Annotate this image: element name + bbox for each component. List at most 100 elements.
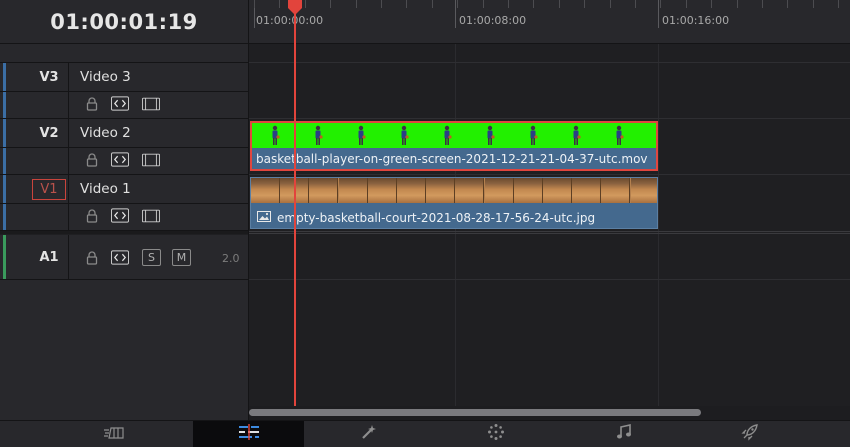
mute-button[interactable]: M xyxy=(172,249,191,266)
track-separator xyxy=(249,279,850,280)
track-name[interactable]: Video 3 xyxy=(80,63,131,91)
track-destination-v1[interactable]: V1 xyxy=(32,179,66,200)
fairlight-page-icon xyxy=(616,424,632,444)
player-figure xyxy=(356,125,366,146)
ruler-minor-tick xyxy=(355,0,357,8)
clip-thumbnails xyxy=(252,123,656,148)
ruler-minor-tick xyxy=(406,0,408,8)
page-tab-edit[interactable] xyxy=(193,421,304,447)
track-name[interactable]: Video 2 xyxy=(80,119,131,147)
ruler-minor-tick xyxy=(685,0,687,8)
auto-select-icon[interactable] xyxy=(111,95,129,111)
player-figure xyxy=(485,125,495,146)
lock-icon[interactable] xyxy=(83,251,101,265)
track-header-a1[interactable]: A1 S M 2.0 xyxy=(0,235,248,280)
track-header-v3[interactable]: V3 Video 3 xyxy=(0,63,248,119)
ruler-minor-tick xyxy=(254,0,255,8)
ruler-minor-tick xyxy=(431,0,433,8)
film-strip-icon[interactable] xyxy=(142,209,160,223)
player-figure xyxy=(657,125,658,146)
player-figure xyxy=(442,125,452,146)
ruler-minor-tick xyxy=(838,0,840,8)
ruler-minor-tick xyxy=(330,0,332,8)
timeline-tracks-area[interactable]: basketball-player-on-green-screen-2021-1… xyxy=(249,44,850,406)
court-frame xyxy=(601,178,631,203)
court-frame xyxy=(426,178,456,203)
timeline-ruler[interactable]: 01:00:00:00 01:00:08:00 01:00:16:00 xyxy=(249,0,850,44)
clip-v2[interactable]: basketball-player-on-green-screen-2021-1… xyxy=(250,121,658,171)
track-header-v2[interactable]: V2 Video 2 xyxy=(0,119,248,175)
track-id[interactable]: V3 xyxy=(32,63,66,91)
auto-select-icon[interactable] xyxy=(111,249,129,265)
player-figure xyxy=(270,125,280,146)
clip-label: empty-basketball-court-2021-08-28-17-56-… xyxy=(257,211,595,225)
cut-page-icon xyxy=(103,425,125,444)
ruler-minor-tick xyxy=(381,0,382,8)
edit-page-icon xyxy=(236,424,262,444)
auto-select-icon[interactable] xyxy=(111,207,129,223)
header-spacer xyxy=(0,44,248,63)
court-frame xyxy=(397,178,426,203)
film-strip-icon[interactable] xyxy=(142,153,160,167)
ruler-minor-tick xyxy=(558,0,560,8)
ruler-minor-tick xyxy=(812,0,814,8)
deliver-page-icon xyxy=(741,423,759,445)
player-figure xyxy=(313,125,323,146)
auto-select-icon[interactable] xyxy=(111,151,129,167)
page-tab-fusion[interactable] xyxy=(319,421,419,447)
fusion-page-icon xyxy=(360,424,378,444)
ruler-minor-tick xyxy=(736,0,738,8)
color-page-icon xyxy=(487,423,505,445)
ruler-minor-tick xyxy=(787,0,789,8)
playhead-handle[interactable] xyxy=(287,0,303,20)
track-id[interactable]: V2 xyxy=(32,119,66,147)
lock-icon[interactable] xyxy=(83,209,101,223)
ruler-minor-tick xyxy=(482,0,484,8)
track-id[interactable]: A1 xyxy=(32,243,66,271)
track-group-separator xyxy=(0,231,248,234)
player-figure xyxy=(614,125,624,146)
timecode-display[interactable]: 01:00:01:19 xyxy=(0,0,248,44)
divider xyxy=(68,235,69,279)
audio-channel-format: 2.0 xyxy=(222,252,240,265)
ruler-minor-tick xyxy=(457,0,459,8)
ruler-minor-tick xyxy=(533,0,535,8)
court-frame xyxy=(338,178,368,203)
ruler-minor-tick xyxy=(635,0,636,8)
ruler-tick xyxy=(455,0,456,28)
playhead[interactable] xyxy=(294,0,296,406)
image-icon xyxy=(257,211,271,225)
clip-v1[interactable]: empty-basketball-court-2021-08-28-17-56-… xyxy=(250,177,658,229)
clip-name: empty-basketball-court-2021-08-28-17-56-… xyxy=(277,211,596,225)
court-frame xyxy=(513,178,543,203)
track-name[interactable]: Video 1 xyxy=(80,175,131,203)
timecode-text: 01:00:01:19 xyxy=(50,9,198,34)
track-separator xyxy=(249,118,850,119)
lock-icon[interactable] xyxy=(83,153,101,167)
court-frame xyxy=(455,178,485,203)
solo-button[interactable]: S xyxy=(142,249,161,266)
court-frame xyxy=(309,178,339,203)
page-tab-fairlight[interactable] xyxy=(574,421,674,447)
page-tab-deliver[interactable] xyxy=(700,421,800,447)
lock-icon[interactable] xyxy=(83,97,101,111)
track-color-indicator xyxy=(3,235,6,279)
ruler-label: 01:00:08:00 xyxy=(459,14,527,27)
divider xyxy=(0,203,248,204)
track-separator xyxy=(249,231,850,232)
clip-name: basketball-player-on-green-screen-2021-1… xyxy=(256,152,648,166)
page-tab-color[interactable] xyxy=(446,421,546,447)
ruler-tick xyxy=(658,0,659,28)
scrollbar-thumb[interactable] xyxy=(249,409,701,416)
track-header-v1[interactable]: V1 Video 1 xyxy=(0,175,248,231)
header-footer xyxy=(0,406,248,420)
divider xyxy=(0,91,248,92)
film-strip-icon[interactable] xyxy=(142,97,160,111)
player-figure xyxy=(528,125,538,146)
grid-line xyxy=(658,44,659,406)
ruler-minor-tick xyxy=(762,0,763,8)
page-tab-cut[interactable] xyxy=(64,421,164,447)
court-frame xyxy=(572,178,602,203)
court-frame xyxy=(367,178,397,203)
ruler-minor-tick xyxy=(584,0,586,8)
